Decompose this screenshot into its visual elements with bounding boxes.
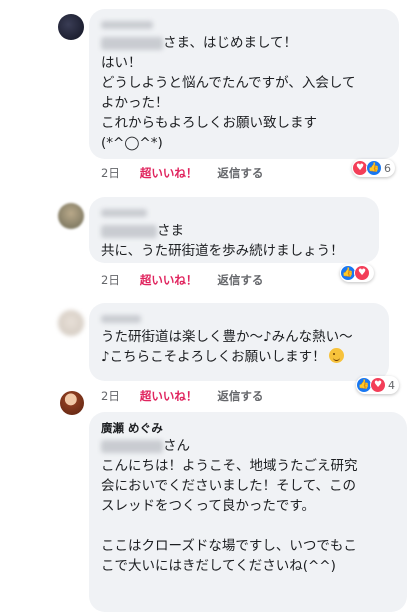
commenter-name[interactable]: 廣瀬 めぐみ bbox=[101, 420, 395, 436]
super-like-button[interactable]: 超いいね！ bbox=[140, 166, 198, 180]
comment-bubble: 廣瀬 めぐみ さん こんにちは！ようこそ、地域うたごえ研究 会においでくださいま… bbox=[89, 412, 407, 612]
reply-button[interactable]: 返信する bbox=[217, 166, 263, 180]
comment-text: さん こんにちは！ようこそ、地域うたごえ研究 会においでくださいました！そして、… bbox=[101, 438, 358, 574]
super-like-button[interactable]: 超いいね！ bbox=[140, 273, 198, 287]
like-reaction-icon: 👍 bbox=[366, 160, 382, 176]
timestamp[interactable]: 2日 bbox=[101, 273, 120, 287]
commenter-name[interactable] bbox=[101, 205, 367, 221]
heart-reaction-icon: ♥ bbox=[370, 377, 386, 393]
comment-text: うた研街道は楽しく豊か〜♪みんな熱い〜 ♪こちらこそよろしくお願いします！ bbox=[101, 329, 353, 365]
avatar[interactable] bbox=[58, 310, 84, 336]
reaction-summary[interactable]: ♥ 👍 6 bbox=[352, 159, 395, 177]
comment-actions: 2日 超いいね！ 返信する bbox=[101, 165, 279, 181]
comment-text: さま 共に、うた研街道を歩み続けましょう！ bbox=[101, 223, 344, 259]
reply-button[interactable]: 返信する bbox=[217, 273, 263, 287]
avatar[interactable] bbox=[60, 391, 84, 415]
avatar[interactable] bbox=[58, 203, 84, 229]
comment-actions: 2日 超いいね！ 返信する bbox=[101, 388, 279, 404]
commenter-name[interactable] bbox=[101, 311, 377, 327]
comment-bubble: うた研街道は楽しく豊か〜♪みんな熱い〜 ♪こちらこそよろしくお願いします！ bbox=[89, 303, 389, 381]
comment-bubble: さま、はじめまして！ はい！ どうしようと悩んでたんですが、入会して よかった！… bbox=[89, 9, 399, 159]
heart-reaction-icon: ♥ bbox=[354, 265, 370, 281]
comment-actions: 2日 超いいね！ 返信する bbox=[101, 272, 279, 288]
timestamp[interactable]: 2日 bbox=[101, 389, 120, 403]
commenter-name[interactable] bbox=[101, 17, 387, 33]
reaction-summary[interactable]: 👍 ♥ bbox=[340, 264, 374, 282]
reaction-summary[interactable]: 👍 ♥ 4 bbox=[356, 376, 399, 394]
comment-text: さま、はじめまして！ はい！ どうしようと悩んでたんですが、入会して よかった！… bbox=[101, 35, 356, 151]
reaction-count: 4 bbox=[388, 378, 395, 392]
reply-button[interactable]: 返信する bbox=[217, 389, 263, 403]
timestamp[interactable]: 2日 bbox=[101, 166, 120, 180]
avatar[interactable] bbox=[58, 14, 84, 40]
comment-bubble: さま 共に、うた研街道を歩み続けましょう！ bbox=[89, 197, 379, 263]
super-like-button[interactable]: 超いいね！ bbox=[140, 389, 198, 403]
wink-emoji-icon bbox=[328, 348, 344, 363]
reaction-count: 6 bbox=[384, 161, 391, 175]
